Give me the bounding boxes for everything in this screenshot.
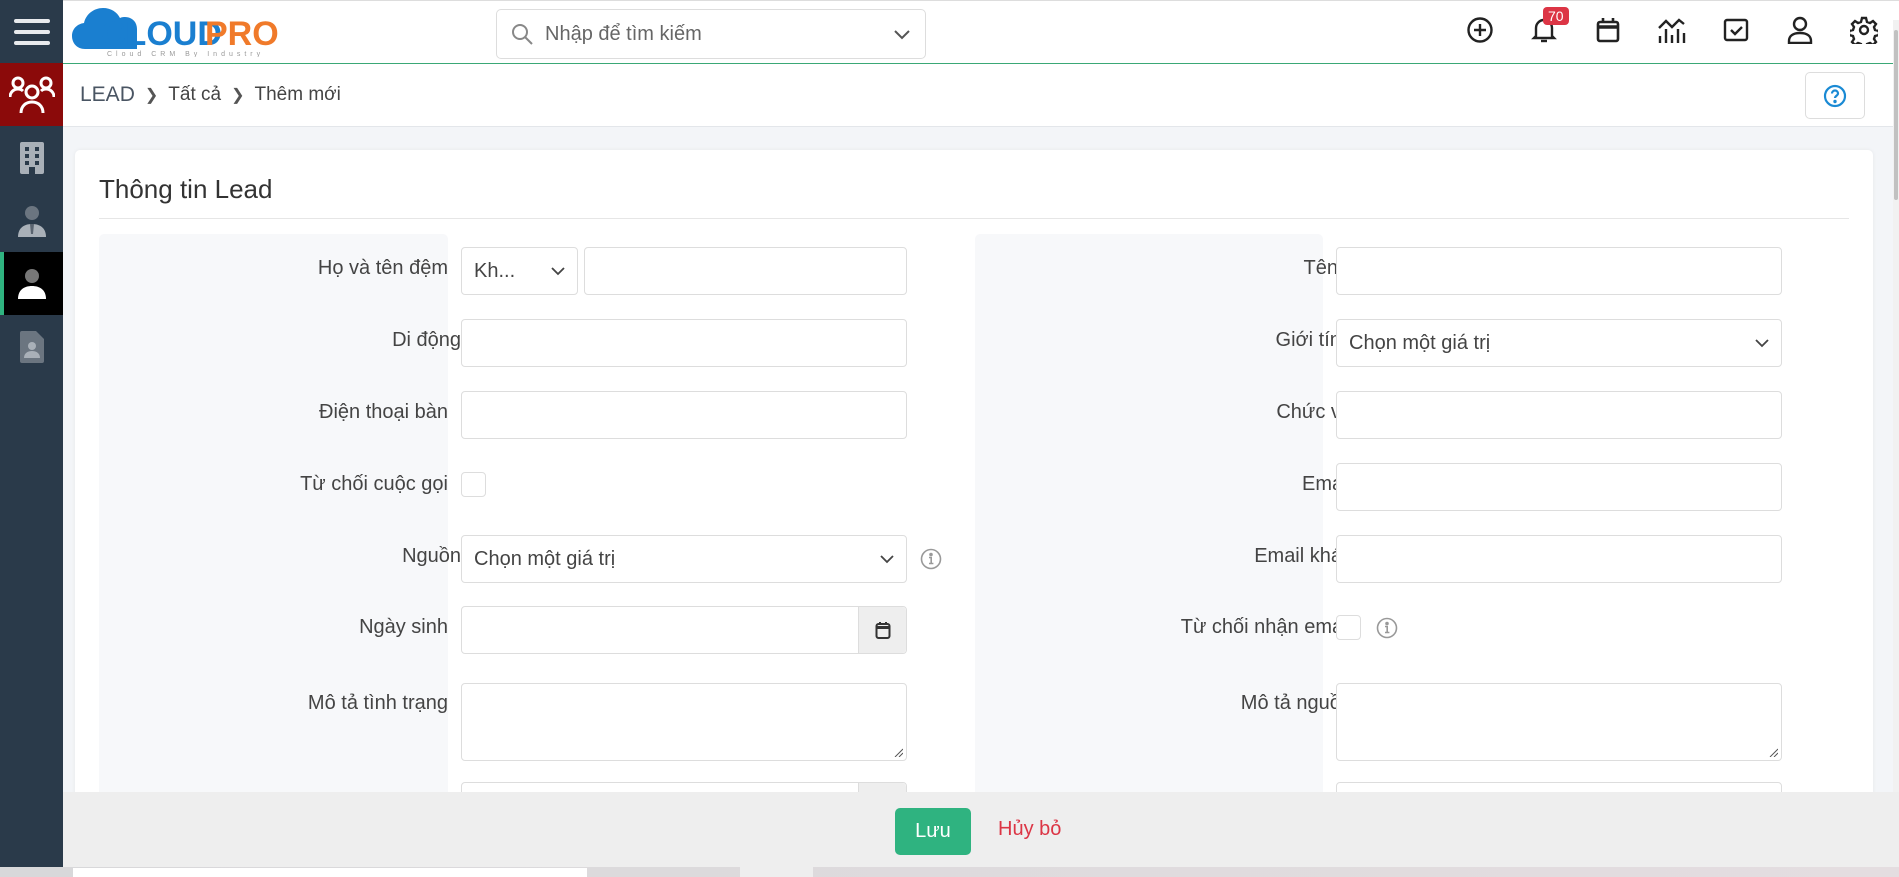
phone-label: Điện thoại bàn bbox=[319, 401, 448, 423]
section-divider bbox=[99, 218, 1849, 219]
right-label-panel bbox=[975, 234, 1323, 854]
mobile-label: Di động bbox=[392, 329, 461, 352]
help-button[interactable] bbox=[1805, 72, 1865, 119]
job-title-input[interactable] bbox=[1336, 391, 1782, 439]
do-not-call-label: Từ chối cuộc gọi bbox=[300, 473, 448, 495]
chevron-down-icon[interactable] bbox=[893, 28, 911, 40]
sidebar-item-organizations[interactable] bbox=[0, 126, 63, 189]
logo-tagline: Cloud CRM By Industry bbox=[107, 51, 264, 57]
source-select[interactable]: Chọn một giá trị bbox=[461, 535, 907, 583]
phone-input[interactable] bbox=[461, 391, 907, 439]
mobile-input[interactable] bbox=[461, 319, 907, 367]
resize-handle-icon[interactable] bbox=[1768, 747, 1778, 757]
sidebar-item-person[interactable] bbox=[0, 252, 63, 315]
scrollbar-thumb[interactable] bbox=[1894, 30, 1898, 200]
tasks-button[interactable] bbox=[1721, 15, 1751, 45]
global-search-input[interactable]: Nhập để tìm kiếm bbox=[496, 9, 926, 59]
source-value: Chọn một giá trị bbox=[474, 547, 616, 570]
save-button[interactable]: Lưu bbox=[895, 808, 971, 855]
logo-text-cloud: CLOUD bbox=[101, 15, 222, 53]
gender-select[interactable]: Chọn một giá trị bbox=[1336, 319, 1782, 367]
chart-icon bbox=[1658, 18, 1686, 43]
left-label-panel bbox=[99, 234, 448, 854]
full-name-label: Họ và tên đệm bbox=[317, 257, 448, 279]
salutation-value: Kh... bbox=[474, 259, 516, 282]
birthday-input[interactable] bbox=[461, 606, 907, 654]
users-group-icon bbox=[8, 76, 55, 113]
cloudpro-logo[interactable]: CLOUD PRO Cloud CRM By Industry bbox=[71, 5, 296, 58]
profile-button[interactable] bbox=[1785, 15, 1815, 45]
person-icon bbox=[17, 268, 46, 299]
logo-text-pro: PRO bbox=[205, 15, 279, 53]
chevron-down-icon bbox=[1755, 338, 1769, 347]
breadcrumb: LEAD ❯ Tất cả ❯ Thêm mới bbox=[63, 64, 1893, 127]
bottom-window-tab bbox=[740, 867, 813, 877]
form-footer: Lưu Hủy bỏ bbox=[63, 792, 1899, 867]
chevron-down-icon bbox=[880, 554, 894, 563]
middle-name-input[interactable] bbox=[584, 247, 907, 295]
source-label: Nguồn bbox=[402, 545, 461, 567]
email-input[interactable] bbox=[1336, 463, 1782, 511]
resize-handle-icon[interactable] bbox=[893, 747, 903, 757]
notification-badge: 70 bbox=[1543, 7, 1569, 25]
search-icon bbox=[512, 24, 533, 45]
cancel-button[interactable]: Hủy bỏ bbox=[998, 818, 1061, 841]
businessman-icon bbox=[17, 205, 46, 237]
email-optout-label: Từ chối nhận email bbox=[1180, 616, 1352, 638]
menu-toggle-button[interactable] bbox=[0, 0, 63, 63]
app-root: CLOUD PRO Cloud CRM By Industry Nhập để … bbox=[0, 0, 1899, 877]
breadcrumb-all-link[interactable]: Tất cả bbox=[168, 84, 221, 106]
chevron-right-icon: ❯ bbox=[231, 87, 245, 104]
gear-icon bbox=[1850, 16, 1878, 44]
other-email-input[interactable] bbox=[1336, 535, 1782, 583]
status-desc-textarea[interactable] bbox=[461, 683, 907, 761]
calendar-icon bbox=[1596, 18, 1620, 43]
top-header: CLOUD PRO Cloud CRM By Industry Nhập để … bbox=[63, 0, 1899, 64]
info-icon[interactable] bbox=[1376, 617, 1398, 639]
bottom-window-tab bbox=[73, 868, 587, 877]
add-circle-icon bbox=[1467, 17, 1493, 43]
breadcrumb-root-link[interactable]: LEAD bbox=[80, 83, 135, 107]
calendar-icon bbox=[875, 622, 890, 639]
calendar-button[interactable] bbox=[1593, 15, 1623, 45]
sidebar-item-leads[interactable] bbox=[0, 63, 63, 126]
section-title: Thông tin Lead bbox=[99, 174, 273, 204]
settings-button[interactable] bbox=[1849, 15, 1879, 45]
first-name-input[interactable] bbox=[1336, 247, 1782, 295]
breadcrumb-current: Thêm mới bbox=[254, 84, 341, 105]
sidebar bbox=[0, 0, 63, 867]
search-placeholder: Nhập để tìm kiếm bbox=[545, 22, 702, 45]
bottom-strip bbox=[0, 867, 1899, 877]
lead-info-card: Thông tin Lead Họ và tên đệm Kh... Di độ… bbox=[75, 150, 1873, 854]
salutation-select[interactable]: Kh... bbox=[461, 247, 578, 295]
first-name-label: Tên bbox=[1303, 257, 1338, 279]
birthday-label: Ngày sinh bbox=[359, 616, 448, 638]
do-not-call-checkbox[interactable] bbox=[461, 472, 486, 497]
chevron-down-icon bbox=[551, 266, 565, 275]
sidebar-item-documents[interactable] bbox=[0, 315, 63, 378]
source-desc-textarea[interactable] bbox=[1336, 683, 1782, 761]
quick-create-button[interactable] bbox=[1465, 15, 1495, 45]
date-picker-button[interactable] bbox=[858, 607, 906, 653]
reports-button[interactable] bbox=[1657, 15, 1687, 45]
page-scrollbar[interactable] bbox=[1893, 20, 1899, 792]
chevron-right-icon: ❯ bbox=[144, 87, 159, 104]
hamburger-icon bbox=[13, 18, 50, 45]
status-desc-label: Mô tả tình trạng bbox=[307, 692, 448, 714]
question-circle-icon bbox=[1823, 84, 1847, 107]
task-check-icon bbox=[1723, 18, 1749, 42]
info-icon[interactable] bbox=[920, 548, 942, 570]
mobile-label-text: Di động bbox=[392, 329, 461, 351]
gender-value: Chọn một giá trị bbox=[1349, 331, 1491, 354]
email-optout-checkbox[interactable] bbox=[1336, 615, 1361, 640]
building-icon bbox=[19, 141, 44, 174]
notifications-button[interactable]: 70 bbox=[1529, 7, 1569, 45]
user-icon bbox=[1787, 16, 1813, 44]
contact-file-icon bbox=[19, 330, 44, 363]
header-actions: 70 bbox=[1465, 7, 1879, 45]
sidebar-item-contacts[interactable] bbox=[0, 189, 63, 252]
